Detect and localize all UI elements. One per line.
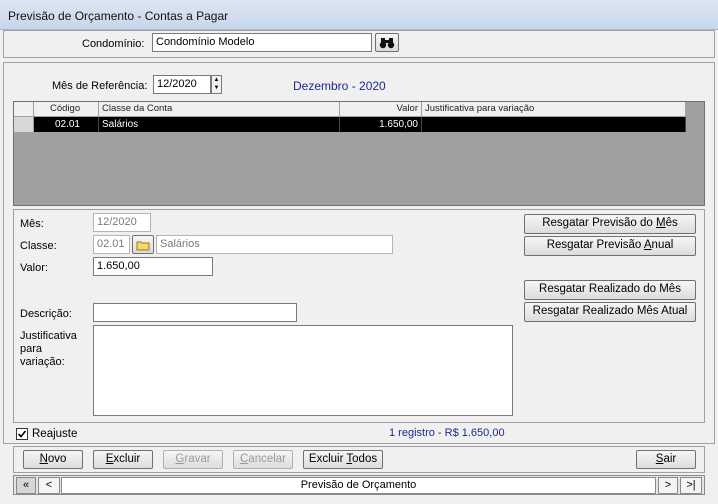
gravar-text: ravar <box>184 453 211 465</box>
excluir-todos-button[interactable]: Excluir Todos <box>303 450 383 469</box>
nav-prev-button[interactable]: < <box>38 477 60 494</box>
mes-referencia-field[interactable]: 12/2020 <box>153 75 211 94</box>
title-bar: Previsão de Orçamento - Contas a Pagar <box>0 0 718 30</box>
justificativa-label-1: Justificativa <box>20 330 77 342</box>
referencia-heading: Dezembro - 2020 <box>293 79 386 93</box>
excluir-todos-text-2: odos <box>352 453 378 465</box>
folder-icon <box>136 241 150 251</box>
reajuste-label: Reajuste <box>32 428 78 440</box>
justificativa-label-2: para <box>20 343 43 355</box>
data-grid[interactable]: Código Classe da Conta Valor Justificati… <box>13 101 705 206</box>
classe-name-field[interactable]: Salários <box>156 235 393 254</box>
status-text: 1 registro - R$ 1.650,00 <box>389 427 505 439</box>
classe-browse-button[interactable] <box>132 235 154 254</box>
resgatar-previsao-anual-button[interactable]: Resgatar Previsão Anual <box>524 236 696 256</box>
classe-label: Classe: <box>20 240 57 252</box>
grid-header-filler <box>686 102 704 117</box>
table-row-justificativa[interactable] <box>422 117 686 132</box>
novo-accel: N <box>39 453 48 465</box>
nav-last-button[interactable]: >| <box>680 477 702 494</box>
resgatar-previsao-mes-text: Resgatar Previsão do <box>542 217 657 229</box>
spin-down-icon[interactable]: ▼ <box>212 84 221 93</box>
grid-header-justificativa[interactable]: Justificativa para variação <box>422 102 686 117</box>
excluir-todos-text: Excluir <box>308 453 347 465</box>
table-row-classe[interactable]: Salários <box>99 117 340 132</box>
novo-button[interactable]: Novo <box>23 450 83 469</box>
classe-code-field[interactable]: 02.01 <box>93 235 130 254</box>
table-row-valor[interactable]: 1.650,00 <box>340 117 422 132</box>
novo-text: ovo <box>47 453 67 465</box>
valor-label: Valor: <box>20 262 48 274</box>
grid-header-valor[interactable]: Valor <box>340 102 422 117</box>
justificativa-label-3: variação: <box>20 356 65 368</box>
excluir-button[interactable]: Excluir <box>93 450 153 469</box>
cancelar-button[interactable]: Cancelar <box>233 450 293 469</box>
mes-label: Mês: <box>20 218 44 230</box>
grid-corner <box>14 102 34 117</box>
resgatar-previsao-anual-text-2: nual <box>651 239 674 251</box>
mes-field[interactable]: 12/2020 <box>93 213 151 232</box>
mes-referencia-spinner[interactable]: ▲ ▼ <box>211 75 222 94</box>
condominio-field[interactable]: Condomínio Modelo <box>152 33 372 52</box>
reajuste-checkbox[interactable] <box>16 428 28 440</box>
resgatar-previsao-mes-text-2: ês <box>665 217 678 229</box>
nav-next-button[interactable]: > <box>658 477 678 494</box>
justificativa-textarea[interactable] <box>93 325 513 416</box>
cancelar-text: ancelar <box>248 453 287 465</box>
grid-header-classe[interactable]: Classe da Conta <box>99 102 340 117</box>
resgatar-previsao-anual-text: Resgatar Previsão <box>546 239 644 251</box>
checkmark-icon <box>17 430 27 438</box>
grid-header-codigo[interactable]: Código <box>34 102 99 117</box>
table-row-codigo[interactable]: 02.01 <box>34 117 99 132</box>
gravar-button[interactable]: Gravar <box>163 450 223 469</box>
condominio-search-button[interactable] <box>375 33 399 52</box>
excluir-text: xcluir <box>113 453 141 465</box>
resgatar-realizado-mes-button[interactable]: Resgatar Realizado do Mês <box>524 280 696 300</box>
sair-text: air <box>663 453 677 465</box>
nav-first-button[interactable]: « <box>16 477 36 494</box>
nav-title: Previsão de Orçamento <box>61 477 656 494</box>
resgatar-previsao-anual-accel: A <box>643 239 652 251</box>
mes-referencia-label: Mês de Referência: <box>52 80 148 92</box>
resgatar-previsao-mes-accel: M <box>656 217 666 229</box>
sair-button[interactable]: Sair <box>636 450 696 469</box>
descricao-label: Descrição: <box>20 308 72 320</box>
binoculars-icon <box>379 38 395 49</box>
condominio-label: Condomínio: <box>82 38 145 50</box>
resgatar-previsao-mes-button[interactable]: Resgatar Previsão do Mês <box>524 214 696 234</box>
descricao-field[interactable] <box>93 303 297 322</box>
grid-row-indicator[interactable] <box>14 117 34 132</box>
window-title: Previsão de Orçamento - Contas a Pagar <box>8 9 229 23</box>
spin-up-icon[interactable]: ▲ <box>212 76 221 84</box>
valor-field[interactable]: 1.650,00 <box>93 257 213 276</box>
resgatar-realizado-mes-atual-button[interactable]: Resgatar Realizado Mês Atual <box>524 302 696 322</box>
